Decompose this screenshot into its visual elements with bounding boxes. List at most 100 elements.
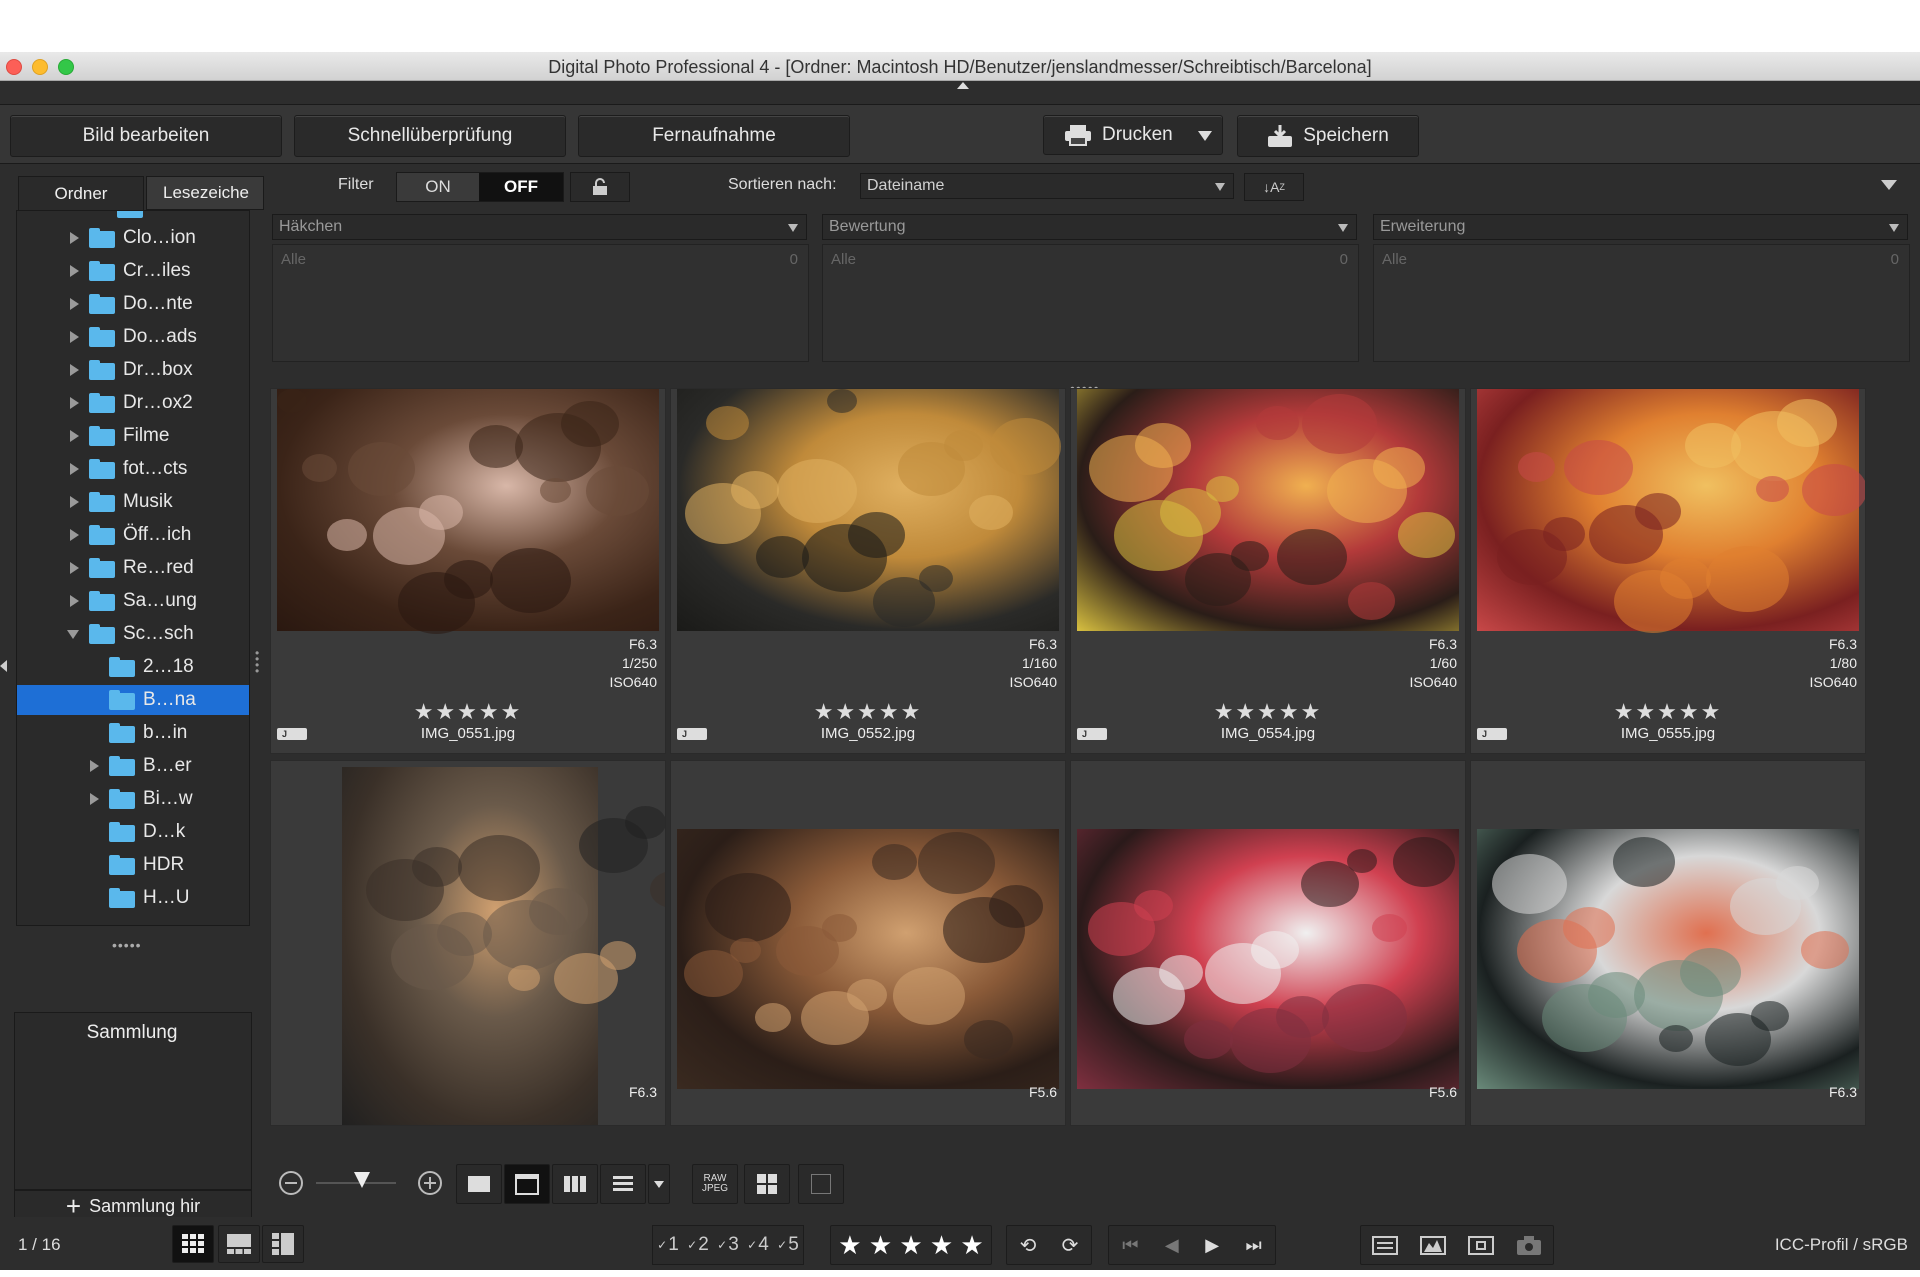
- left-panel-resize-handle[interactable]: • • • •: [255, 647, 259, 677]
- folder-tree-item[interactable]: Dr…box: [17, 355, 249, 385]
- camera-icon[interactable]: [1516, 1234, 1542, 1256]
- zoom-out-icon[interactable]: [278, 1170, 304, 1196]
- view-medium-button[interactable]: [504, 1164, 550, 1204]
- photo-thumbnail[interactable]: [1077, 829, 1459, 1089]
- disclosure-open-icon[interactable]: [67, 629, 79, 639]
- filter-list-item[interactable]: Alle 0: [273, 247, 808, 273]
- filter-list-item[interactable]: Alle 0: [1374, 247, 1909, 273]
- view-small-button[interactable]: [552, 1164, 598, 1204]
- folder-tree-item[interactable]: Filme: [17, 421, 249, 451]
- folder-tree-item[interactable]: Do…nte: [17, 289, 249, 319]
- thumbnail-cell[interactable]: F6.3 1/250 ISO640 ★★★★★ IMG_0551.jpg J: [270, 388, 666, 754]
- thumbnail-cell[interactable]: F6.3 1/160 ISO640 ★★★★★ IMG_0552.jpg J: [670, 388, 1066, 754]
- print-button[interactable]: Drucken: [1043, 115, 1223, 155]
- disclosure-closed-icon[interactable]: [70, 232, 79, 244]
- folder-tree-item[interactable]: D…k: [17, 817, 249, 847]
- view-menu-button[interactable]: [648, 1164, 670, 1204]
- sort-direction-button[interactable]: ↓A Z: [1244, 173, 1304, 201]
- photo-thumbnail[interactable]: [277, 389, 659, 634]
- filter-off-button[interactable]: OFF: [479, 173, 563, 201]
- thumbnail-cell[interactable]: F6.3 1/60 ISO640 ★★★★★ IMG_0554.jpg J: [1070, 388, 1466, 754]
- filter-column-select[interactable]: Erweiterung: [1373, 214, 1908, 240]
- raw-jpeg-toggle-button[interactable]: RAW JPEG: [692, 1164, 738, 1204]
- thumbnail-cell[interactable]: F5.6: [670, 760, 1066, 1126]
- filter-list-item[interactable]: Alle 0: [823, 247, 1358, 273]
- disclosure-closed-icon[interactable]: [90, 760, 99, 772]
- rotate-right-icon[interactable]: ⟳: [1062, 1233, 1079, 1258]
- tab-bookmarks[interactable]: Lesezeiche: [146, 176, 264, 210]
- check-mark-3-button[interactable]: ✓ 3: [713, 1226, 743, 1264]
- save-button[interactable]: Speichern: [1237, 115, 1419, 157]
- photo-thumbnail[interactable]: [342, 767, 665, 1125]
- layout-grid-button[interactable]: [172, 1225, 214, 1263]
- check-mark-2-button[interactable]: ✓ 2: [683, 1226, 713, 1264]
- filter-column-list[interactable]: Alle 0: [822, 244, 1359, 362]
- rotate-left-icon[interactable]: ⟲: [1020, 1233, 1037, 1258]
- folder-tree-item[interactable]: Do…ads: [17, 322, 249, 352]
- next-image-icon[interactable]: ▶: [1205, 1235, 1219, 1256]
- adjust-palette-icon[interactable]: [1372, 1234, 1398, 1256]
- disclosure-closed-icon[interactable]: [90, 793, 99, 805]
- disclosure-closed-icon[interactable]: [70, 298, 79, 310]
- filter-lock-button[interactable]: [570, 172, 630, 202]
- collapse-toolbar-handle[interactable]: [957, 82, 969, 89]
- star-rating[interactable]: ★★★★★: [1471, 699, 1865, 725]
- folder-tree[interactable]: Clo…ion Cr…iles Do…nte Do…ads Dr…box Dr…ox2 Fi…: [16, 210, 250, 926]
- disclosure-closed-icon[interactable]: [70, 364, 79, 376]
- filter-column-select[interactable]: Häkchen: [272, 214, 807, 240]
- star-rating-buttons[interactable]: ★ ★ ★ ★ ★: [830, 1225, 992, 1265]
- photo-thumbnail[interactable]: [677, 829, 1059, 1089]
- folder-tree-item[interactable]: HDR: [17, 850, 249, 880]
- zoom-in-icon[interactable]: [417, 1170, 443, 1196]
- previous-image-icon[interactable]: ◀: [1165, 1235, 1179, 1256]
- print-dropdown-icon[interactable]: [1198, 131, 1212, 141]
- star-rating[interactable]: ★★★★★: [1071, 699, 1465, 725]
- folder-tree-item[interactable]: Cr…iles: [17, 256, 249, 286]
- thumbnail-cell[interactable]: F6.3: [1470, 760, 1866, 1126]
- disclosure-closed-icon[interactable]: [70, 595, 79, 607]
- check-mark-1-button[interactable]: ✓ 1: [653, 1226, 683, 1264]
- folder-tree-item[interactable]: fot…cts: [17, 454, 249, 484]
- filter-column-list[interactable]: Alle 0: [272, 244, 809, 362]
- collapse-left-panel-icon[interactable]: [0, 660, 7, 672]
- thumbnail-size-slider-thumb[interactable]: [354, 1172, 370, 1188]
- sort-select[interactable]: Dateiname: [860, 173, 1234, 199]
- disclosure-closed-icon[interactable]: [70, 496, 79, 508]
- filter-panel-collapse-icon[interactable]: [1881, 180, 1897, 190]
- view-large-button[interactable]: [456, 1164, 502, 1204]
- folder-tree-item[interactable]: H…U: [17, 883, 249, 913]
- edit-image-button[interactable]: Bild bearbeiten: [10, 115, 282, 157]
- remote-shooting-button[interactable]: Fernaufnahme: [578, 115, 850, 157]
- disclosure-closed-icon[interactable]: [70, 529, 79, 541]
- folder-tree-item[interactable]: Sa…ung: [17, 586, 249, 616]
- folder-tree-item[interactable]: Clo…ion: [17, 223, 249, 253]
- grid-view-button[interactable]: [744, 1164, 790, 1204]
- disclosure-closed-icon[interactable]: [70, 463, 79, 475]
- histogram-icon[interactable]: [1420, 1234, 1446, 1256]
- first-image-icon[interactable]: ⏮: [1122, 1235, 1138, 1256]
- folder-tree-item[interactable]: B…na: [17, 685, 249, 715]
- disclosure-closed-icon[interactable]: [70, 430, 79, 442]
- photo-thumbnail[interactable]: [1077, 389, 1459, 631]
- folder-tree-item[interactable]: b…in: [17, 718, 249, 748]
- filter-column-select[interactable]: Bewertung: [822, 214, 1357, 240]
- folder-tree-item[interactable]: 2…18: [17, 652, 249, 682]
- folder-tree-item[interactable]: Bi…w: [17, 784, 249, 814]
- photo-thumbnail[interactable]: [1477, 389, 1865, 634]
- photo-thumbnail[interactable]: [1477, 829, 1859, 1089]
- folder-tree-item[interactable]: B…er: [17, 751, 249, 781]
- folder-tree-item[interactable]: Dr…ox2: [17, 388, 249, 418]
- tab-folder[interactable]: Ordner: [18, 176, 144, 211]
- photo-thumbnail[interactable]: [677, 389, 1061, 631]
- thumbnail-cell[interactable]: F6.3 1/80 ISO640 ★★★★★ IMG_0555.jpg J: [1470, 388, 1866, 754]
- folder-tree-item[interactable]: Re…red: [17, 553, 249, 583]
- star-rating[interactable]: ★★★★★: [671, 699, 1065, 725]
- thumbnail-cell[interactable]: F5.6: [1070, 760, 1466, 1126]
- view-list-button[interactable]: [600, 1164, 646, 1204]
- quick-check-button[interactable]: Schnellüberprüfung: [294, 115, 566, 157]
- check-mark-5-button[interactable]: ✓ 5: [773, 1226, 803, 1264]
- check-mark-4-button[interactable]: ✓ 4: [743, 1226, 773, 1264]
- left-splitter-handle[interactable]: •••••: [112, 937, 142, 953]
- compare-view-button[interactable]: [798, 1164, 844, 1204]
- focus-point-icon[interactable]: [1468, 1234, 1494, 1256]
